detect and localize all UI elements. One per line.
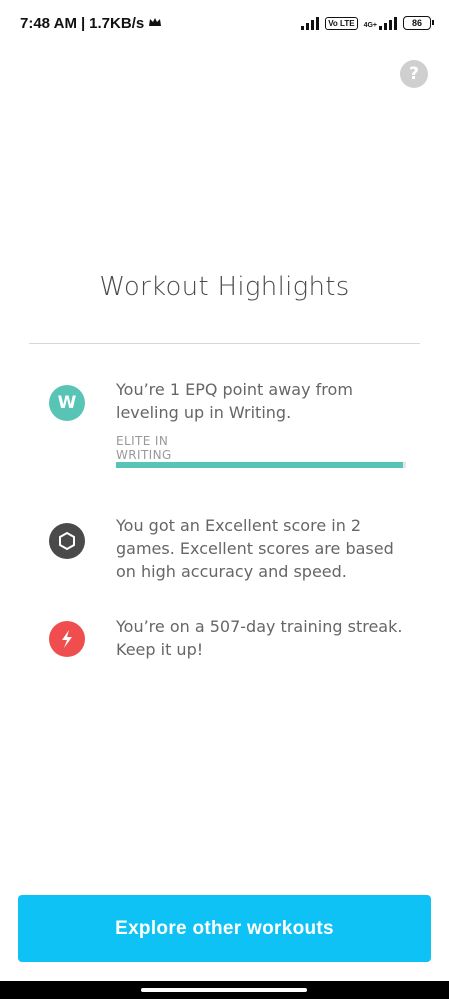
highlight-text: You got an Excellent score in 2 games. E… (116, 516, 394, 581)
network-indicator: 4G+ (364, 16, 397, 30)
status-speed: 1.7KB/s (89, 14, 145, 32)
status-time: 7:48 AM (20, 14, 77, 32)
writing-icon: W (49, 385, 85, 421)
page-title: Workout Highlights (99, 272, 350, 302)
help-icon: ? (409, 64, 419, 84)
network-label: 4G+ (363, 22, 377, 29)
status-separator: | (80, 14, 86, 32)
battery-level: 86 (411, 18, 422, 28)
highlight-text: You’re on a 507-day training streak. Kee… (116, 617, 403, 659)
status-left: 7:48 AM | 1.7KB/s (20, 15, 162, 32)
signal-icon-2 (379, 16, 397, 30)
progress-bar (116, 462, 406, 468)
highlight-text: You’re 1 EPQ point away from leveling up… (116, 380, 353, 422)
lightning-icon (49, 621, 85, 657)
divider (29, 343, 420, 344)
explore-workouts-button[interactable]: Explore other workouts (18, 895, 431, 962)
help-button[interactable]: ? (400, 60, 428, 88)
status-bar: 7:48 AM | 1.7KB/s Vo LTE 4G+ 86 (0, 0, 449, 46)
hexagon-icon (49, 523, 85, 559)
signal-icon (301, 16, 320, 30)
crown-icon (148, 15, 162, 32)
writing-icon-label: W (57, 393, 77, 413)
highlight-caption: ELITE IN WRITING (116, 434, 172, 462)
home-handle[interactable] (141, 988, 307, 992)
status-right: Vo LTE 4G+ 86 (301, 16, 434, 30)
battery-icon: 86 (403, 16, 434, 30)
volte-badge: Vo LTE (325, 16, 358, 30)
progress-fill (116, 462, 404, 468)
